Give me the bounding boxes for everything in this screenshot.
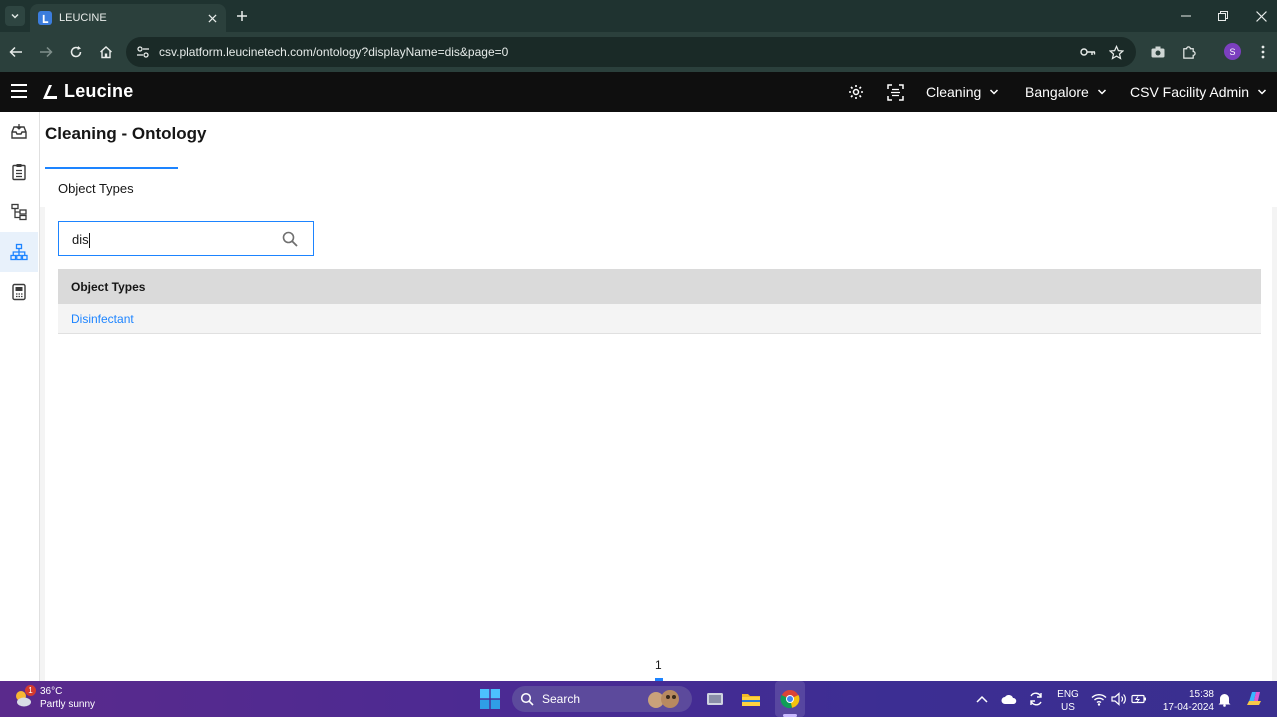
- minimize-window-icon[interactable]: [1176, 6, 1196, 26]
- sync-icon[interactable]: [1025, 688, 1047, 710]
- tab-title: LEUCINE: [59, 12, 107, 24]
- hamburger-menu-icon[interactable]: [11, 84, 27, 100]
- left-navigation: [0, 112, 40, 681]
- use-case-selector[interactable]: Cleaning: [926, 84, 999, 100]
- nav-checklist-icon[interactable]: [0, 152, 38, 192]
- search-input[interactable]: dis: [58, 221, 314, 256]
- facility-label: Bangalore: [1025, 84, 1089, 100]
- close-tab-icon[interactable]: [204, 10, 220, 26]
- profile-avatar[interactable]: S: [1224, 43, 1241, 60]
- weather-notification-badge: 1: [25, 685, 36, 696]
- scan-qr-icon[interactable]: [885, 82, 905, 102]
- search-highlight-illustration-icon: [648, 690, 679, 708]
- text-caret: [88, 233, 90, 249]
- bookmark-star-icon[interactable]: [1107, 43, 1125, 61]
- address-bar[interactable]: csv.platform.leucinetech.com/ontology?di…: [126, 37, 1136, 67]
- nav-ontology-icon[interactable]: [0, 232, 38, 272]
- browser-tab[interactable]: LEUCINE: [30, 4, 226, 32]
- browser-tab-strip: LEUCINE: [0, 0, 1277, 32]
- nav-device-icon[interactable]: [0, 272, 38, 312]
- keyboard-region: US: [1061, 702, 1075, 713]
- search-input-value: dis: [72, 232, 89, 247]
- tab-bar: Object Types: [45, 167, 1277, 207]
- weather-widget[interactable]: 1 36°C Partly sunny: [12, 685, 95, 711]
- windows-taskbar: 1 36°C Partly sunny Search ENG US 15:38 …: [0, 681, 1277, 717]
- search-icon: [520, 692, 534, 706]
- chevron-down-icon: [990, 89, 999, 95]
- chrome-browser-icon[interactable]: [779, 688, 801, 710]
- nav-hierarchy-icon[interactable]: [0, 192, 38, 232]
- table-header-object-types: Object Types: [58, 269, 1261, 304]
- brand-name: Leucine: [64, 81, 134, 101]
- system-clock[interactable]: 15:38 17-04-2024: [1156, 688, 1214, 714]
- leucine-logo-mark-icon: [43, 84, 57, 99]
- taskbar-search[interactable]: Search: [512, 686, 692, 712]
- restore-window-icon[interactable]: [1213, 6, 1233, 26]
- user-role-label: CSV Facility Admin: [1130, 84, 1250, 100]
- object-type-link[interactable]: Disinfectant: [71, 312, 134, 326]
- use-case-label: Cleaning: [926, 84, 982, 100]
- volume-speaker-icon[interactable]: [1108, 688, 1130, 710]
- onedrive-cloud-icon[interactable]: [998, 688, 1020, 710]
- file-explorer-icon[interactable]: [740, 688, 762, 710]
- main-content: Cleaning - Ontology Object Types dis Obj…: [40, 112, 1277, 681]
- new-tab-plus-icon[interactable]: [233, 7, 251, 25]
- search-icon[interactable]: [281, 230, 299, 248]
- copilot-icon[interactable]: [1243, 688, 1265, 710]
- language-code: ENG: [1057, 689, 1079, 700]
- battery-icon[interactable]: [1128, 688, 1150, 710]
- page-title: Cleaning - Ontology: [45, 124, 207, 143]
- user-role-menu[interactable]: CSV Facility Admin: [1130, 84, 1267, 100]
- chevron-down-icon: [1097, 89, 1106, 95]
- back-arrow-icon[interactable]: [6, 42, 26, 62]
- facility-selector[interactable]: Bangalore: [1025, 84, 1107, 100]
- site-info-tune-icon[interactable]: [134, 43, 152, 61]
- table-row[interactable]: Disinfectant: [58, 304, 1261, 334]
- object-types-table: Object Types Disinfectant: [58, 269, 1261, 334]
- close-window-icon[interactable]: [1251, 6, 1271, 26]
- forward-arrow-icon[interactable]: [36, 42, 56, 62]
- weather-description: Partly sunny: [40, 699, 96, 710]
- task-view-icon[interactable]: [704, 688, 726, 710]
- clock-date: 17-04-2024: [1162, 702, 1214, 713]
- browser-toolbar: csv.platform.leucinetech.com/ontology?di…: [0, 32, 1277, 72]
- nav-inbox-icon[interactable]: [0, 112, 38, 152]
- clock-time: 15:38: [1188, 689, 1214, 700]
- home-icon[interactable]: [96, 42, 116, 62]
- leucine-logo[interactable]: Leucine: [40, 81, 133, 102]
- partly-sunny-icon: 1: [12, 685, 36, 709]
- browser-menu-kebab-icon[interactable]: [1253, 42, 1273, 62]
- windows-start-icon[interactable]: [479, 688, 501, 710]
- reload-icon[interactable]: [66, 42, 86, 62]
- leucine-favicon-icon: [38, 11, 52, 25]
- weather-temperature: 36°C: [40, 686, 63, 697]
- password-key-icon[interactable]: [1079, 43, 1097, 61]
- language-indicator[interactable]: ENG US: [1054, 688, 1082, 714]
- tab-object-types[interactable]: Object Types: [45, 167, 178, 207]
- screenshot-camera-icon[interactable]: [1148, 42, 1168, 62]
- app-header: Leucine Cleaning Bangalore CSV Facility …: [0, 72, 1277, 112]
- url-text: csv.platform.leucinetech.com/ontology?di…: [159, 45, 509, 59]
- pagination-page-1[interactable]: 1: [655, 658, 662, 672]
- show-hidden-icons-chevron-icon[interactable]: [971, 688, 993, 710]
- extensions-puzzle-icon[interactable]: [1178, 42, 1198, 62]
- settings-gear-icon[interactable]: [846, 82, 866, 102]
- wifi-icon[interactable]: [1088, 688, 1110, 710]
- content-panel-right-edge: [1272, 207, 1277, 681]
- notification-bell-icon[interactable]: [1213, 688, 1235, 710]
- chevron-down-icon: [1258, 89, 1267, 95]
- tab-search-chevron-icon[interactable]: [5, 6, 25, 26]
- taskbar-search-label: Search: [542, 692, 581, 706]
